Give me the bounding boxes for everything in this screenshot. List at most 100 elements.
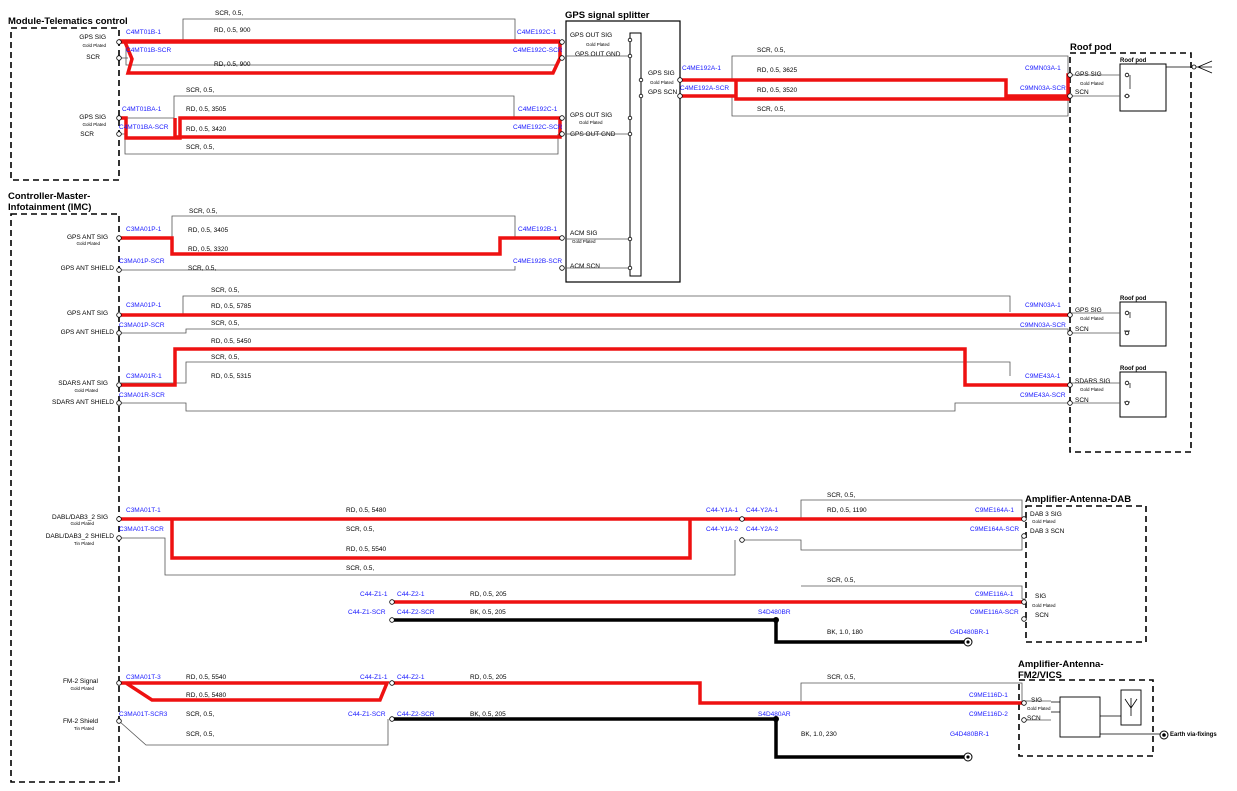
conn-label: C44-Y1A-1 — [706, 507, 739, 514]
wire-label: RD, 0.5, 5450 — [211, 338, 251, 345]
imc-title-line1: Controller-Master- — [8, 191, 90, 202]
splitter-pin-acm-sig: ACM SIG — [570, 230, 597, 237]
roof-pod-1-label: Roof pod — [1120, 58, 1147, 64]
imc-pin-fm2-shield-plating: Tin Plated — [74, 726, 95, 731]
wire-label: RD, 0.5, 1190 — [827, 507, 867, 514]
wire-label: SCR, 0.5, — [757, 47, 785, 54]
fm2-pin-scn: SCN — [1027, 715, 1041, 722]
conn-label: C9MN03A-SCR — [1020, 85, 1066, 92]
imc-pin-dab-shield-plating: Tin Plated — [74, 541, 95, 546]
conn-label: C4MT01B-SCR — [126, 47, 171, 54]
wire-label: RD, 0.5, 205 — [470, 591, 507, 598]
imc-pin-fm2-shield: FM-2 Shield — [63, 718, 98, 725]
imc-pin-dab-sig-plating: Gold Plated — [70, 521, 94, 526]
wire-label: SCR, 0.5, — [186, 87, 214, 94]
conn-label: C3MA01T-SCR — [119, 526, 164, 533]
imc-pin-gps-ant-shield-2: GPS ANT SHIELD — [61, 329, 115, 336]
roof-pod-3-sig-plating: Gold Plated — [1080, 387, 1104, 392]
wire-label: SCR, 0.5, — [827, 492, 855, 499]
wire-label: SCR, 0.5, — [211, 287, 239, 294]
telematics-pin-scr-2: SCR — [80, 131, 94, 138]
splitter-pin-gps-sig-plating: Gold Plated — [650, 80, 674, 85]
fm2-earth-label: Earth via-fixings — [1170, 732, 1217, 738]
conn-label: C44-Z2-SCR — [397, 609, 435, 616]
conn-label: C9MN03A-SCR — [1020, 322, 1066, 329]
conn-label: S4D480BR — [758, 609, 791, 616]
wire-label: SCR, 0.5, — [189, 208, 217, 215]
conn-label: C44-Y2A-2 — [746, 526, 779, 533]
conn-label: C9ME43A-1 — [1025, 373, 1061, 380]
wire-label: RD, 0.5, 5315 — [211, 373, 251, 380]
wire-label: RD, 0.5, 205 — [470, 674, 507, 681]
wire-label: RD, 0.5, 5785 — [211, 303, 251, 310]
telematics-pin-gps-sig-2-plating: Gold Plated — [82, 122, 106, 127]
roof-pod-2-sig-plating: Gold Plated — [1080, 316, 1104, 321]
conn-label: C44-Y2A-1 — [746, 507, 779, 514]
fm2-pin-sig-plating: Gold Plated — [1027, 706, 1051, 711]
roof-pod-1-box — [1119, 63, 1167, 112]
roof-pod-1-sig-plating: Gold Plated — [1080, 81, 1104, 86]
dab-pin-dab3-sig: DAB 3 SIG — [1030, 511, 1062, 518]
earth-icon — [1159, 730, 1169, 740]
wire-label: SCR, 0.5, — [757, 106, 785, 113]
conn-label: C3MA01T-SCR3 — [119, 711, 168, 718]
roof-pod-1-scn: SCN — [1075, 89, 1089, 96]
dab-pin-sig-plating: Gold Plated — [1032, 603, 1056, 608]
imc-pin-gps-ant-sig-1: GPS ANT SIG — [67, 234, 108, 241]
imc-title-line2: Infotainment (IMC) — [8, 202, 91, 213]
roof-pod-3-sig: SDARS SIG — [1075, 378, 1110, 385]
dab-pin-sig: SIG — [1035, 593, 1046, 600]
splitter-pin-gps-out-sig-1: GPS OUT SIG — [570, 32, 612, 39]
wire-label: BK, 0.5, 205 — [470, 711, 506, 718]
wire-imc-sdars — [119, 347, 1070, 387]
wire-label: SCR, 0.5, — [186, 144, 214, 151]
wire-label: SCR, 0.5, — [215, 10, 243, 17]
telematics-pin-gps-sig-2: GPS SIG — [79, 114, 106, 121]
conn-label: C44-Z1-SCR — [348, 609, 386, 616]
wire-label: SCR, 0.5, — [827, 577, 855, 584]
wire-label: SCR, 0.5, — [827, 674, 855, 681]
wire-label: RD, 0.5, 3505 — [186, 106, 226, 113]
telematics-pin-gps-sig-1-plating: Gold Plated — [82, 43, 106, 48]
conn-label: C44-Z1-1 — [360, 591, 388, 598]
wire-label: SCR, 0.5, — [186, 731, 214, 738]
conn-label: C3MA01T-1 — [126, 507, 161, 514]
conn-label: G4D480BR-1 — [950, 629, 989, 636]
conn-label: C44-Z2-SCR — [397, 711, 435, 718]
conn-label: C44-Z2-1 — [397, 674, 425, 681]
conn-label: C9MN03A-1 — [1025, 302, 1061, 309]
conn-label: C4ME192A-1 — [682, 65, 721, 72]
conn-label: C3MA01P-SCR — [119, 322, 165, 329]
roof-title: Roof pod — [1070, 42, 1112, 53]
conn-label: C4ME192C-SCR — [513, 124, 563, 131]
wire-imc-fm2 — [119, 681, 1024, 705]
dab-pin-scn: SCN — [1035, 612, 1049, 619]
conn-label: C44-Z1-SCR — [348, 711, 386, 718]
conn-label: C9ME116A-1 — [975, 591, 1014, 598]
module-gps-splitter: GPS signal splitter GPS OUT SIG Gold Pla… — [565, 10, 681, 283]
wire-imc-gps-1 — [119, 236, 560, 256]
imc-pin-dab-sig: DABL/DAB3_2 SIG — [52, 514, 108, 521]
dab-pin-dab3-sig-plating: Gold Plated — [1032, 519, 1056, 524]
conn-label: C4MT01BA-SCR — [119, 124, 169, 131]
telematics-title: Module-Telematics control — [8, 16, 128, 27]
splitter-pin-acm-scn: ACM SCN — [570, 263, 600, 270]
conn-label: C4ME192B-SCR — [513, 258, 562, 265]
conn-label: C44-Z2-1 — [397, 591, 425, 598]
roof-pod-2-box — [1119, 301, 1167, 347]
wire-label: RD, 0.5, 5540 — [346, 546, 386, 553]
imc-pin-sdars-ant-shield: SDARS ANT SHIELD — [52, 399, 114, 406]
dab-title: Amplifier-Antenna-DAB — [1025, 494, 1131, 505]
imc-pin-gps-ant-sig-1-plating: Gold Plated — [76, 241, 100, 246]
shield-wires — [118, 18, 1120, 746]
splitter-pin-gps-out-gnd-2: GPS OUT GND — [570, 131, 616, 138]
splitter-title: GPS signal splitter — [565, 10, 650, 21]
fm2-title-line1: Amplifier-Antenna- — [1018, 659, 1104, 670]
wire-label: RD, 0.5, 3420 — [186, 126, 226, 133]
imc-pin-fm2-signal: FM-2 Signal — [63, 678, 99, 685]
wire-label: RD, 0.5, 5480 — [346, 507, 386, 514]
imc-pin-dab-shield: DABL/DAB3_2 SHIELD — [46, 533, 115, 540]
module-imc: Controller-Master- Infotainment (IMC) GP… — [8, 191, 120, 783]
conn-label: C4ME192C-SCR — [513, 47, 563, 54]
module-amp-dab: Amplifier-Antenna-DAB DAB 3 SIG Gold Pla… — [1025, 494, 1147, 643]
